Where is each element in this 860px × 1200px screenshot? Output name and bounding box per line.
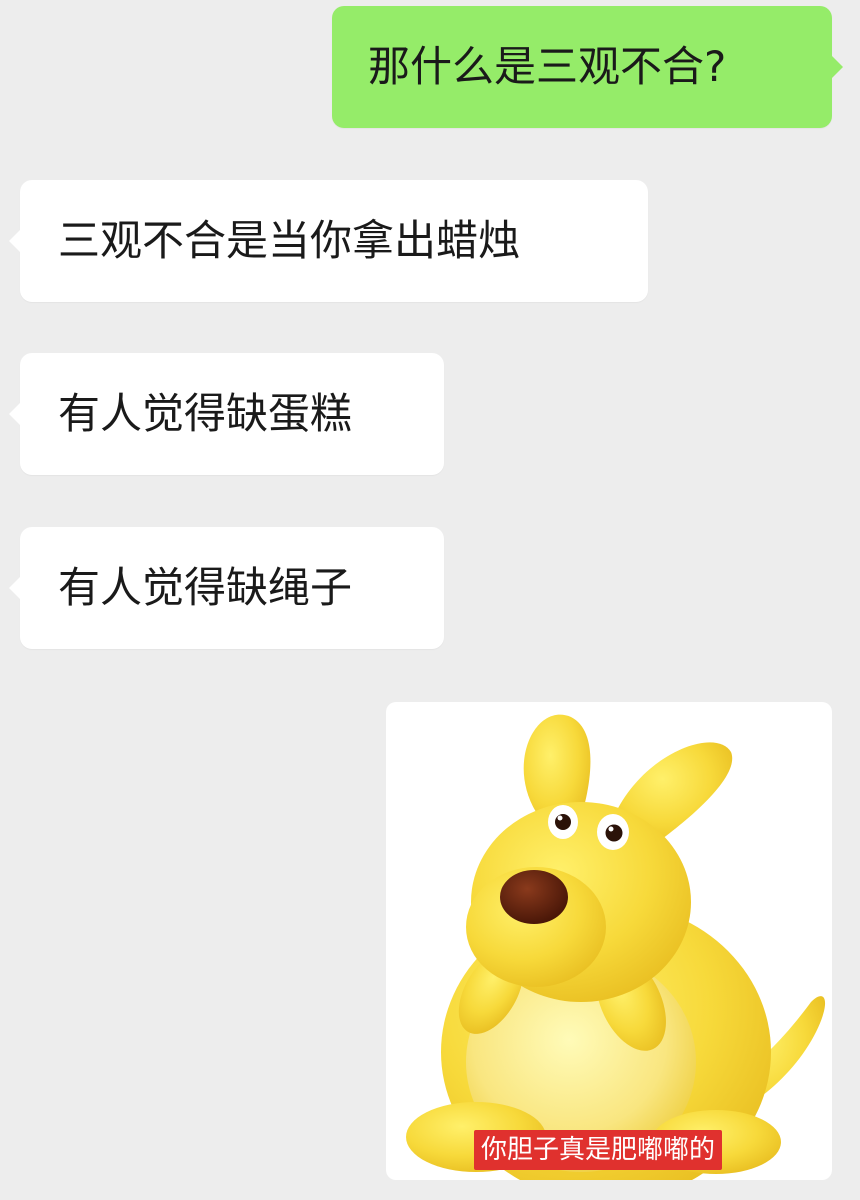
chat-window: 那什么是三观不合? 三观不合是当你拿出蜡烛 有人觉得缺蛋糕 有人觉得缺绳子 你胆… bbox=[0, 0, 860, 1200]
incoming-message-bubble[interactable]: 三观不合是当你拿出蜡烛 bbox=[9, 180, 648, 302]
sticker-caption: 你胆子真是肥嘟嘟的 bbox=[474, 1130, 723, 1170]
incoming-message-bubble[interactable]: 有人觉得缺绳子 bbox=[9, 527, 444, 649]
message-text: 三观不合是当你拿出蜡烛 bbox=[58, 216, 521, 265]
kangaroo-sticker-image bbox=[406, 714, 826, 1180]
incoming-message-bubble[interactable]: 有人觉得缺蛋糕 bbox=[9, 353, 444, 475]
message-text: 有人觉得缺绳子 bbox=[58, 563, 353, 612]
sticker-image-message[interactable]: 你胆子真是肥嘟嘟的 bbox=[386, 702, 832, 1180]
message-text: 有人觉得缺蛋糕 bbox=[58, 389, 353, 438]
outgoing-message-bubble[interactable]: 那什么是三观不合? bbox=[332, 6, 843, 128]
message-text: 那什么是三观不合? bbox=[368, 42, 727, 91]
